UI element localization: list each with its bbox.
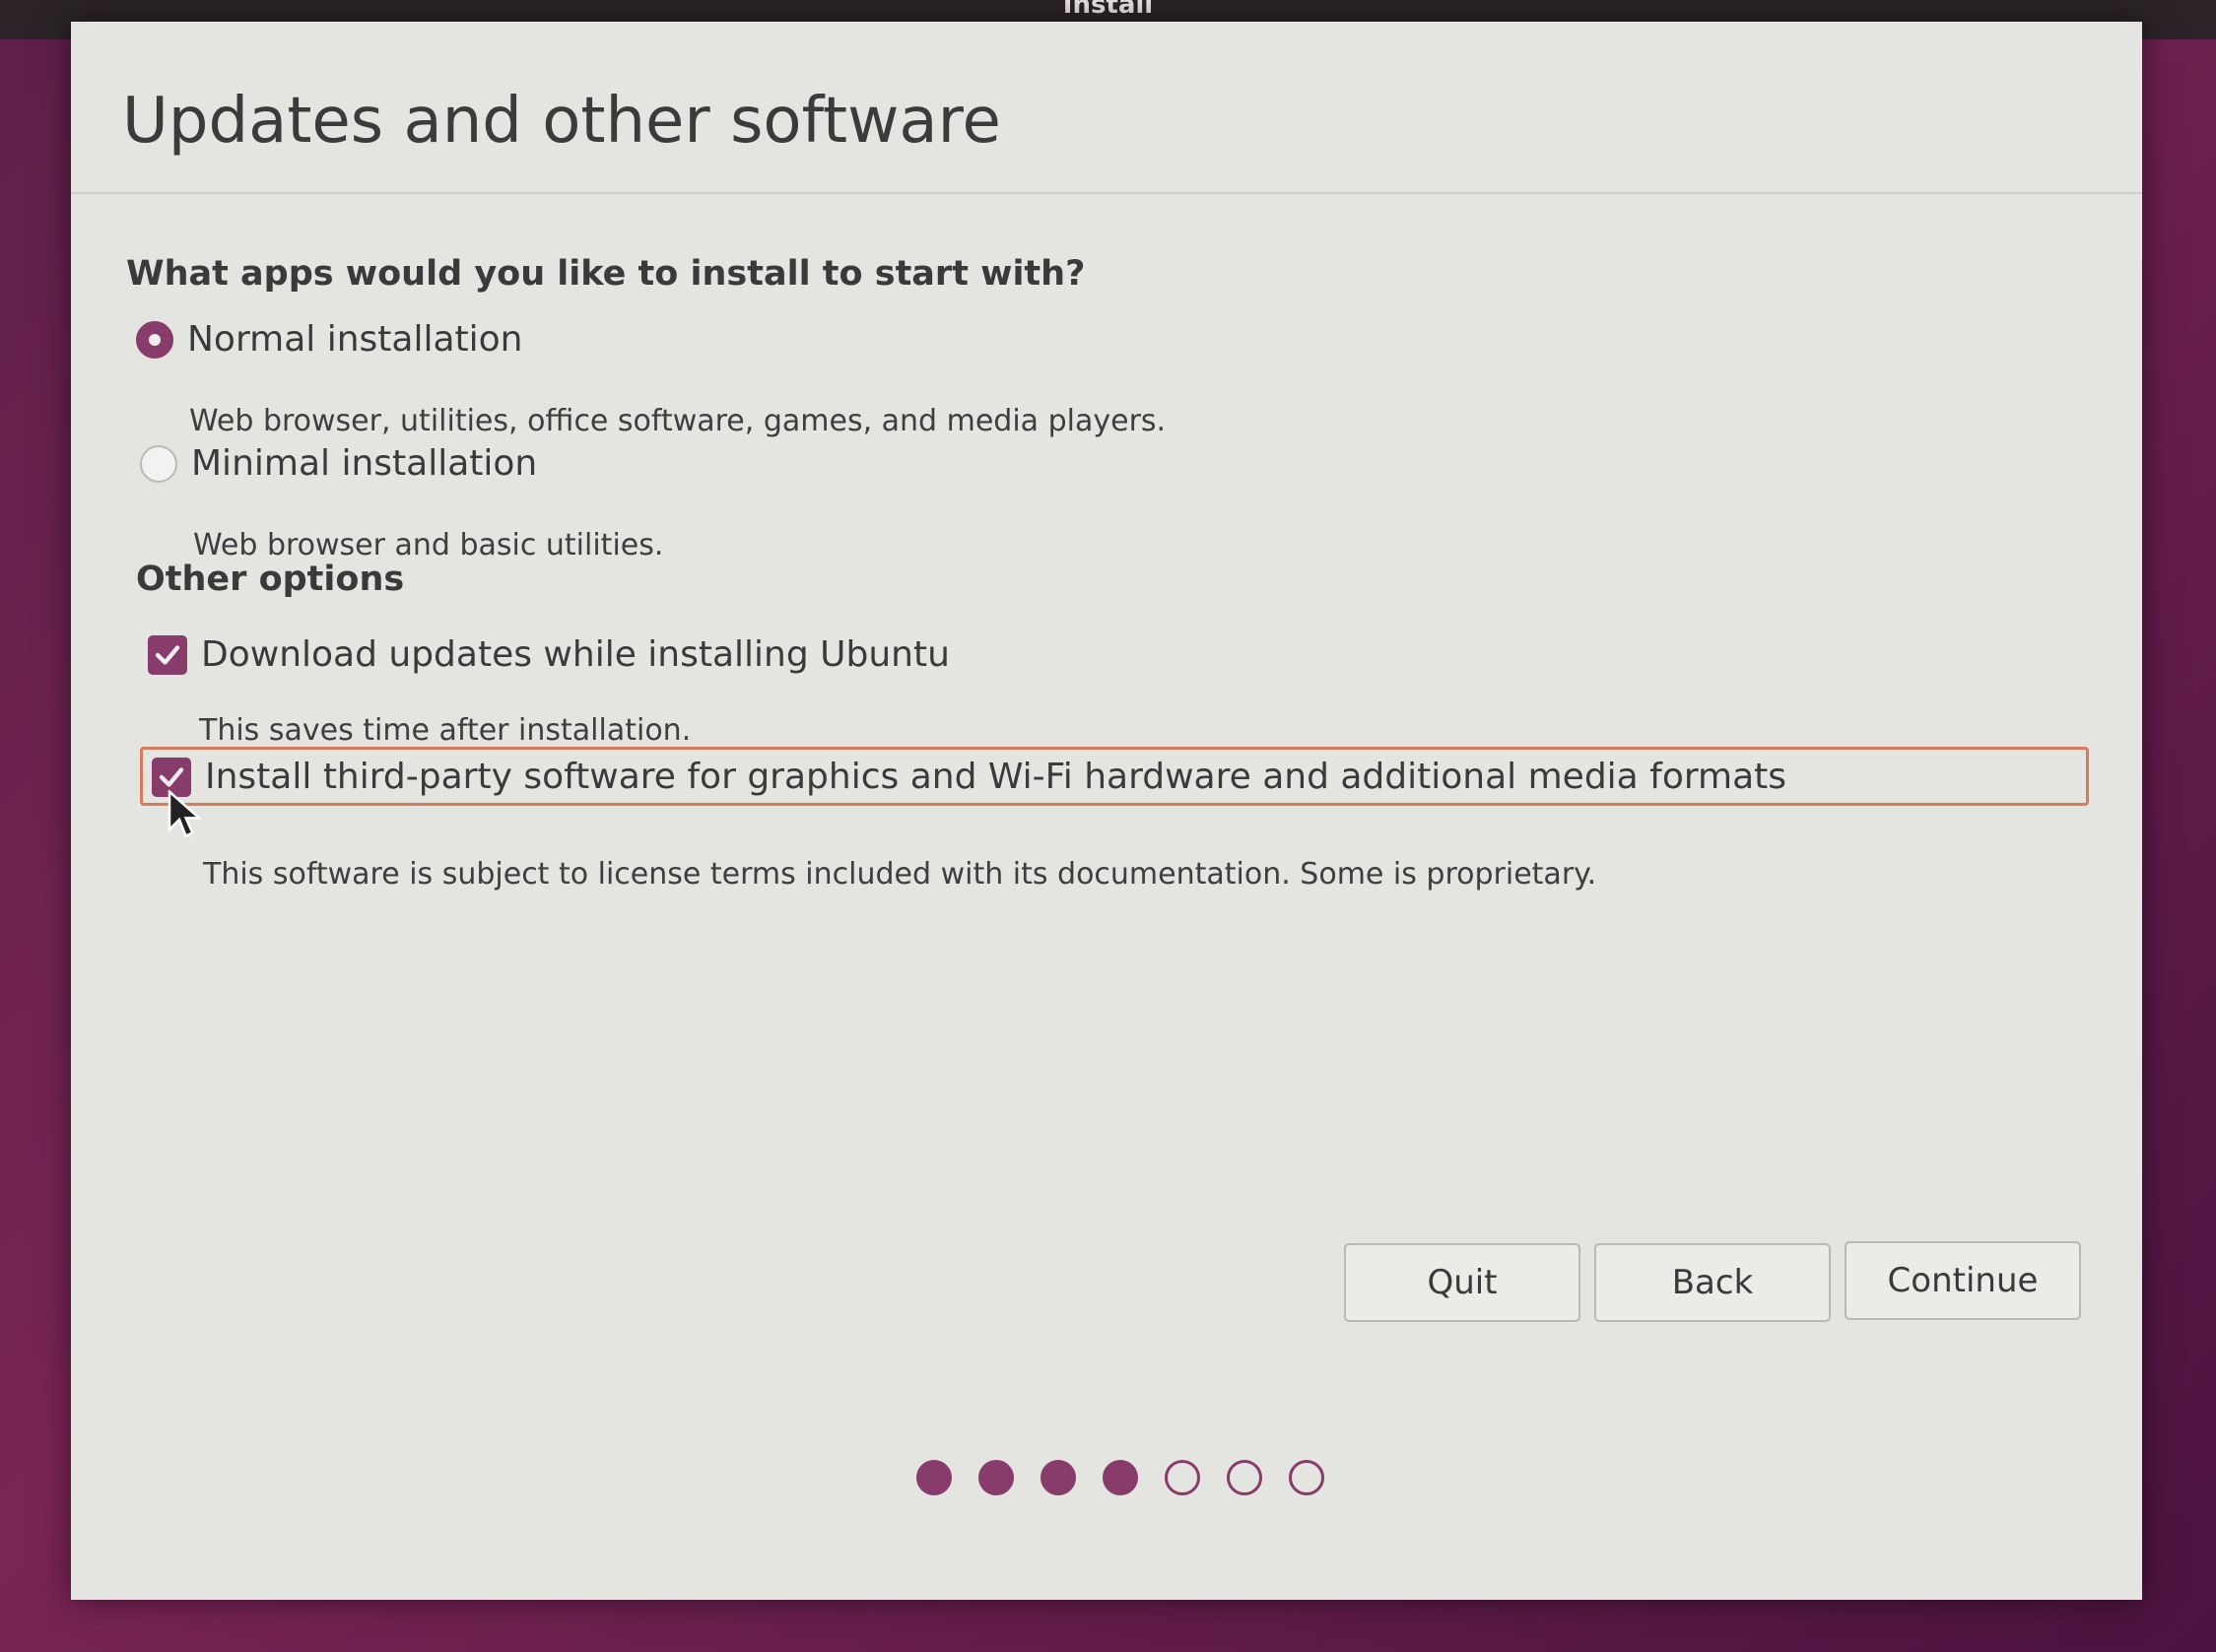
check-icon [155, 644, 180, 665]
step-dot-pending [1165, 1460, 1200, 1495]
normal-installation-radio[interactable] [136, 320, 173, 359]
minimal-installation-label[interactable]: Minimal installation [191, 443, 537, 484]
third-party-software-description: This software is subject to license term… [203, 857, 1597, 892]
step-dot-pending [1227, 1460, 1262, 1495]
quit-button[interactable]: Quit [1344, 1243, 1580, 1322]
back-button[interactable]: Back [1594, 1243, 1831, 1322]
step-progress-indicator [916, 1460, 1351, 1495]
step-dot-completed [978, 1460, 1014, 1495]
page-content: What apps would you like to install to s… [71, 22, 2142, 1600]
check-icon [159, 766, 184, 787]
step-dot-pending [1289, 1460, 1324, 1495]
minimal-installation-option[interactable]: Minimal installation [140, 443, 537, 484]
step-dot-completed [916, 1460, 952, 1495]
third-party-software-option[interactable]: Install third-party software for graphic… [152, 757, 1786, 797]
normal-installation-description: Web browser, utilities, office software,… [189, 404, 1167, 438]
normal-installation-label[interactable]: Normal installation [187, 319, 522, 360]
installer-window: Updates and other software What apps wou… [71, 22, 2142, 1600]
download-updates-label[interactable]: Download updates while installing Ubuntu [201, 634, 950, 675]
step-dot-completed [1103, 1460, 1138, 1495]
download-updates-checkbox[interactable] [148, 634, 187, 675]
download-updates-option[interactable]: Download updates while installing Ubuntu [148, 634, 950, 675]
minimal-installation-description: Web browser and basic utilities. [193, 528, 664, 562]
download-updates-description: This saves time after installation. [199, 713, 692, 748]
install-question: What apps would you like to install to s… [126, 254, 1086, 294]
continue-button[interactable]: Continue [1845, 1241, 2081, 1320]
minimal-installation-radio[interactable] [140, 444, 177, 483]
mouse-pointer-icon [168, 790, 201, 838]
other-options-title: Other options [136, 560, 405, 599]
normal-installation-option[interactable]: Normal installation [136, 319, 522, 360]
step-dot-completed [1041, 1460, 1076, 1495]
window-title: Install [1062, 0, 1154, 20]
third-party-software-label[interactable]: Install third-party software for graphic… [205, 757, 1786, 797]
